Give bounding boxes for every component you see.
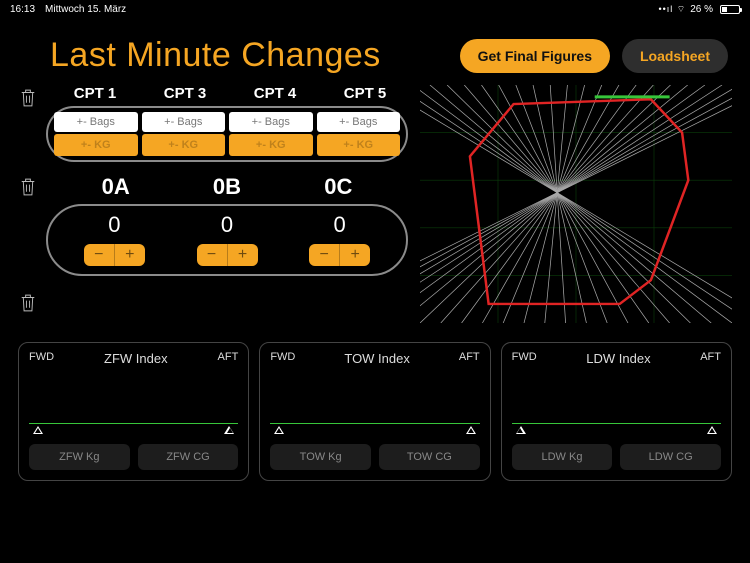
- bags-input[interactable]: +- Bags: [142, 112, 226, 132]
- plus-button[interactable]: +: [340, 244, 370, 266]
- trash-icon[interactable]: [18, 85, 40, 114]
- minus-button[interactable]: −: [197, 244, 227, 266]
- minus-button[interactable]: −: [84, 244, 114, 266]
- cabin-value: 0: [108, 212, 120, 238]
- loadsheet-button[interactable]: Loadsheet: [622, 39, 728, 73]
- aft-label: AFT: [218, 351, 239, 366]
- battery-percent: 26 %: [690, 4, 713, 15]
- minus-button[interactable]: −: [309, 244, 339, 266]
- index-title: TOW Index: [344, 351, 410, 366]
- cabin-value: 0: [221, 212, 233, 238]
- cabin-pill: 0 − + 0 − +: [46, 204, 408, 276]
- header: Last Minute Changes Get Final Figures Lo…: [0, 18, 750, 85]
- cpt-header: CPT 4: [232, 85, 318, 102]
- index-title: ZFW Index: [104, 351, 168, 366]
- cpt-header: CPT 3: [142, 85, 228, 102]
- fwd-label: FWD: [270, 351, 295, 366]
- get-final-figures-button[interactable]: Get Final Figures: [460, 39, 610, 73]
- envelope-chart: [420, 85, 732, 328]
- kg-input[interactable]: +- KG: [317, 134, 401, 156]
- aft-label: AFT: [459, 351, 480, 366]
- cg-button[interactable]: ZFW CG: [138, 444, 239, 470]
- quantity-stepper[interactable]: − +: [197, 244, 258, 266]
- quantity-stepper[interactable]: − +: [84, 244, 145, 266]
- cpt-header: CPT 1: [52, 85, 138, 102]
- kg-input[interactable]: +- KG: [229, 134, 313, 156]
- compartment-section: CPT 1 CPT 3 CPT 4 CPT 5 +- Bags +- KG +-…: [18, 85, 408, 162]
- index-title: LDW Index: [586, 351, 650, 366]
- page-title: Last Minute Changes: [50, 36, 381, 75]
- compartment-headers: CPT 1 CPT 3 CPT 4 CPT 5: [46, 85, 408, 102]
- compartment-pill: +- Bags +- KG +- Bags +- KG +- Bags +- K…: [46, 106, 408, 162]
- battery-icon: [717, 5, 740, 14]
- cabin-headers: 0A 0B 0C: [46, 174, 408, 200]
- kg-input[interactable]: +- KG: [142, 134, 226, 156]
- index-cards-row: FWD ZFW Index AFT ZFW Kg ZFW CG FWD TOW …: [0, 328, 750, 481]
- cabin-value: 0: [334, 212, 346, 238]
- trash-icon[interactable]: [18, 174, 40, 203]
- extra-trash-row: [18, 290, 408, 319]
- bags-input[interactable]: +- Bags: [54, 112, 138, 132]
- kg-button[interactable]: ZFW Kg: [29, 444, 130, 470]
- quantity-stepper[interactable]: − +: [309, 244, 370, 266]
- status-date: Mittwoch 15. März: [45, 4, 126, 15]
- cabin-header: 0C: [283, 174, 394, 200]
- fwd-label: FWD: [512, 351, 537, 366]
- aft-label: AFT: [700, 351, 721, 366]
- main: CPT 1 CPT 3 CPT 4 CPT 5 +- Bags +- KG +-…: [0, 85, 750, 328]
- cg-button[interactable]: TOW CG: [379, 444, 480, 470]
- cpt-header: CPT 5: [322, 85, 408, 102]
- kg-button[interactable]: TOW Kg: [270, 444, 371, 470]
- cg-button[interactable]: LDW CG: [620, 444, 721, 470]
- index-card: FWD LDW Index AFT LDW Kg LDW CG: [501, 342, 732, 481]
- plus-button[interactable]: +: [115, 244, 145, 266]
- cabin-header: 0B: [171, 174, 282, 200]
- cabin-header: 0A: [60, 174, 171, 200]
- status-bar: 16:13 Mittwoch 15. März ••ıl ⌔ 26 %: [0, 0, 750, 18]
- index-gauge: [29, 370, 238, 440]
- cabin-section: 0A 0B 0C 0 − + 0: [18, 174, 408, 276]
- trash-icon[interactable]: [18, 290, 40, 319]
- index-card: FWD ZFW Index AFT ZFW Kg ZFW CG: [18, 342, 249, 481]
- status-time: 16:13: [10, 4, 35, 15]
- kg-button[interactable]: LDW Kg: [512, 444, 613, 470]
- signal-wifi-icons: ••ıl ⌔: [658, 4, 686, 15]
- index-gauge: [270, 370, 479, 440]
- plus-button[interactable]: +: [228, 244, 258, 266]
- index-gauge: [512, 370, 721, 440]
- bags-input[interactable]: +- Bags: [317, 112, 401, 132]
- bags-input[interactable]: +- Bags: [229, 112, 313, 132]
- index-card: FWD TOW Index AFT TOW Kg TOW CG: [259, 342, 490, 481]
- fwd-label: FWD: [29, 351, 54, 366]
- kg-input[interactable]: +- KG: [54, 134, 138, 156]
